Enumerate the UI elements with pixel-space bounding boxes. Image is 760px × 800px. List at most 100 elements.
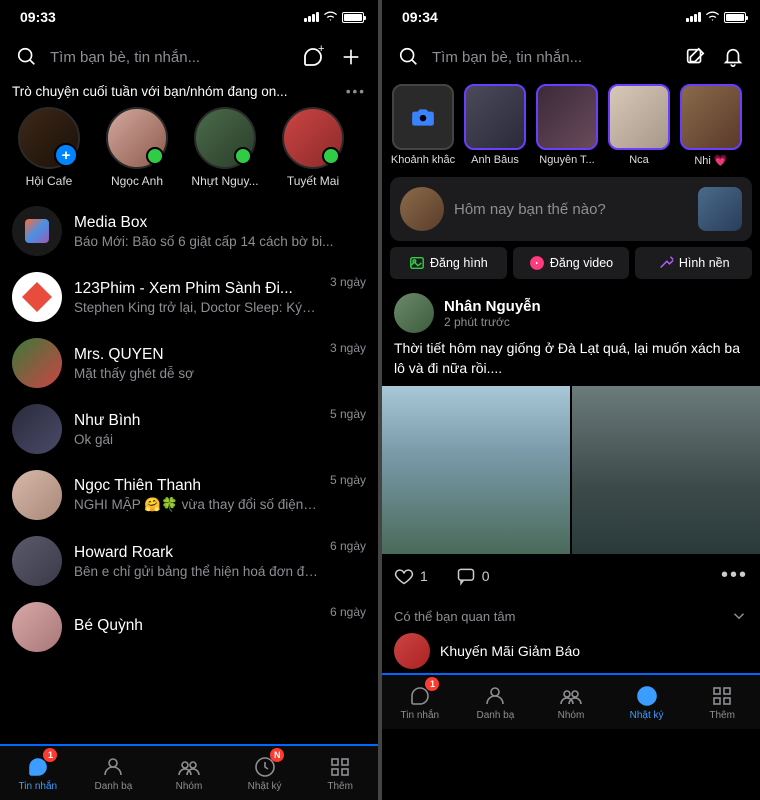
tab-danh-bạ[interactable]: Danh bạ: [458, 675, 534, 729]
story-avatar: [106, 107, 168, 169]
signal-icon: [686, 12, 701, 22]
post-avatar[interactable]: [394, 293, 434, 333]
contact-icon: [101, 755, 125, 779]
story-avatar: [282, 107, 344, 169]
chat-preview: Mặt thấy ghét dễ sợ: [74, 366, 318, 381]
status-bar: 09:33: [0, 0, 378, 34]
chat-item[interactable]: 123Phim - Xem Phim Sành Đi...Stephen Kin…: [0, 264, 378, 330]
chat-item[interactable]: Media BoxBáo Mới: Bão số 6 giật cấp 14 c…: [0, 198, 378, 264]
compose-icon[interactable]: [680, 42, 710, 72]
post-header: Nhân Nguyễn 2 phút trước: [394, 293, 748, 333]
story-name: Nhựt Nguy...: [191, 174, 258, 188]
suggestion-item[interactable]: Khuyến Mãi Giảm Báo: [382, 629, 760, 673]
action-icon: [529, 255, 545, 271]
chat-time: 6 ngày: [330, 539, 366, 553]
story-item[interactable]: Hội Cafe: [10, 107, 88, 188]
post-text: Thời tiết hôm nay giống ở Đà Lạt quá, lạ…: [394, 339, 748, 378]
suggestion-avatar: [394, 633, 430, 669]
moment-thumb: [608, 84, 670, 150]
post-more-icon[interactable]: •••: [721, 564, 748, 587]
story-name: Hội Cafe: [26, 174, 73, 188]
post-image[interactable]: [572, 386, 760, 554]
action-đăng-hình[interactable]: Đăng hình: [390, 247, 507, 279]
tab-tin-nhắn[interactable]: Tin nhắn 1: [0, 746, 76, 800]
svg-text:+: +: [318, 45, 324, 55]
phone-timeline: 09:34 Khoảnh khắc Anh Bâus Nguyễn T... Nca N…: [382, 0, 760, 800]
composer[interactable]: Hôm nay bạn thế nào?: [390, 177, 752, 241]
action-label: Đăng hình: [430, 256, 488, 270]
top-bar: [382, 34, 760, 80]
story-avatar: [18, 107, 80, 169]
action-label: Hình nền: [679, 256, 730, 270]
chat-name: 123Phim - Xem Phim Sành Đi...: [74, 280, 318, 298]
tab-nhóm[interactable]: Nhóm: [533, 675, 609, 729]
search-icon[interactable]: [394, 42, 424, 72]
search-icon[interactable]: [12, 42, 42, 72]
moment-item[interactable]: Nhi 💗: [678, 84, 744, 167]
tab-nhật-ký[interactable]: Nhật kýN: [227, 746, 303, 800]
chat-preview: Ok gái: [74, 432, 318, 447]
tab-label: Tin nhắn: [401, 710, 440, 721]
new-chat-icon[interactable]: +: [298, 42, 328, 72]
grid-icon: [328, 755, 352, 779]
tab-danh-bạ[interactable]: Danh bạ: [76, 746, 152, 800]
chat-name: Media Box: [74, 214, 366, 232]
chevron-down-icon[interactable]: [730, 607, 748, 625]
chat-item[interactable]: Ngọc Thiên ThanhNGHI MẬP 🤗🍀 vừa thay đổi…: [0, 462, 378, 528]
chat-avatar: [12, 338, 62, 388]
search-input[interactable]: [432, 49, 672, 66]
status-bar: 09:34: [382, 0, 760, 34]
comment-button[interactable]: 0: [456, 566, 490, 586]
post-images[interactable]: [382, 386, 760, 554]
tab-label: Thêm: [327, 781, 353, 792]
bell-icon[interactable]: [718, 42, 748, 72]
moment-label: Anh Bâus: [471, 154, 519, 166]
moments-row: Khoảnh khắc Anh Bâus Nguyễn T... Nca Nhi 💗: [382, 80, 760, 171]
story-item[interactable]: Tuyết Mai: [274, 107, 352, 188]
battery-icon: [724, 12, 746, 23]
tab-bar: Tin nhắn 1 Danh bạNhómNhật kýN Thêm: [0, 744, 378, 800]
badge: 1: [425, 677, 439, 691]
search-input[interactable]: [50, 49, 290, 66]
post-image[interactable]: [382, 386, 570, 554]
moment-label: Nca: [629, 154, 649, 166]
moment-item[interactable]: Nguyễn T...: [534, 84, 600, 167]
wifi-icon: [705, 11, 720, 23]
moment-item[interactable]: Nca: [606, 84, 672, 167]
action-label: Đăng video: [550, 256, 613, 270]
chat-item[interactable]: Bé Quỳnh6 ngày: [0, 594, 378, 660]
chat-avatar: [12, 470, 62, 520]
status-time: 09:33: [20, 9, 56, 25]
chat-item[interactable]: Howard RoarkBên e chỉ gửi bảng thể hiện …: [0, 528, 378, 594]
chat-avatar: [12, 272, 62, 322]
tab-nhật-ký[interactable]: Nhật ký: [609, 675, 685, 729]
chat-item[interactable]: Như BìnhOk gái5 ngày: [0, 396, 378, 462]
moment-item[interactable]: Khoảnh khắc: [390, 84, 456, 167]
tab-tin-nhắn[interactable]: Tin nhắn 1: [382, 675, 458, 729]
contact-icon: [483, 684, 507, 708]
tab-thêm[interactable]: Thêm: [684, 675, 760, 729]
chat-item[interactable]: Mrs. QUYENMặt thấy ghét dễ sợ3 ngày: [0, 330, 378, 396]
post-author[interactable]: Nhân Nguyễn: [444, 298, 541, 315]
badge: 1: [43, 748, 57, 762]
plus-icon[interactable]: [336, 42, 366, 72]
status-time: 09:34: [402, 9, 438, 25]
tab-nhóm[interactable]: Nhóm: [151, 746, 227, 800]
story-item[interactable]: Nhựt Nguy...: [186, 107, 264, 188]
action-đăng-video[interactable]: Đăng video: [513, 247, 630, 279]
story-item[interactable]: Ngọc Anh: [98, 107, 176, 188]
chat-time: 5 ngày: [330, 407, 366, 421]
more-icon[interactable]: •••: [346, 84, 366, 99]
chat-preview: NGHI MẬP 🤗🍀 vừa thay đổi số điện th...: [74, 497, 318, 513]
chat-time: 3 ngày: [330, 341, 366, 355]
tab-thêm[interactable]: Thêm: [302, 746, 378, 800]
composer-thumb: [698, 187, 742, 231]
chat-avatar: [12, 602, 62, 652]
tab-label: Tin nhắn: [19, 781, 58, 792]
moment-label: Nhi 💗: [694, 154, 727, 167]
like-button[interactable]: 1: [394, 566, 428, 586]
action-hình-nền[interactable]: Hình nền: [635, 247, 752, 279]
moment-item[interactable]: Anh Bâus: [462, 84, 528, 167]
wifi-icon: [323, 11, 338, 23]
tab-label: Nhật ký: [248, 781, 282, 792]
